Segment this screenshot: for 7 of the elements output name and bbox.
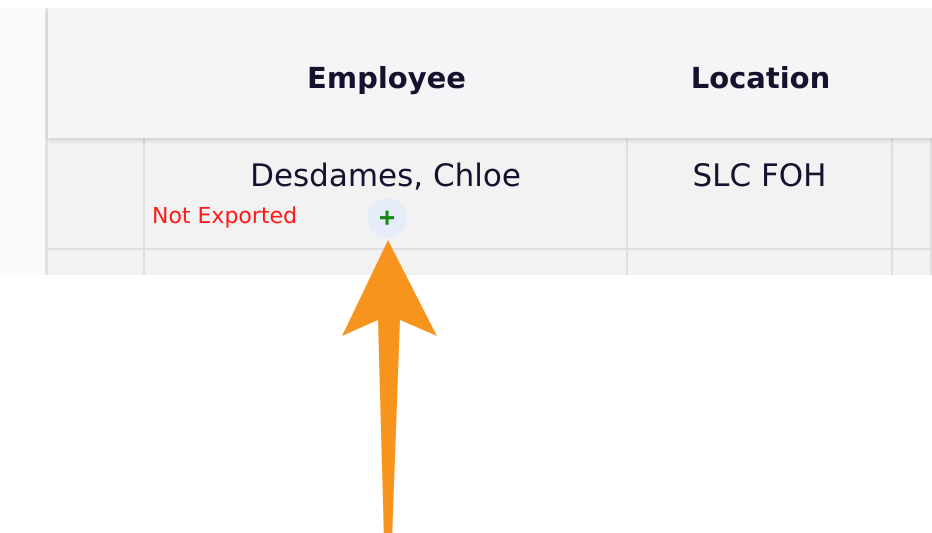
column-header: Employee: [306, 60, 467, 95]
location-name: SLC FOH: [692, 158, 826, 194]
arrow-icon: [342, 240, 437, 533]
employee-name: Desdames, Chloe: [250, 158, 521, 194]
add-button[interactable]: +: [367, 198, 407, 238]
export-status: Not Exported: [152, 204, 298, 229]
column-header: Location: [690, 60, 832, 95]
